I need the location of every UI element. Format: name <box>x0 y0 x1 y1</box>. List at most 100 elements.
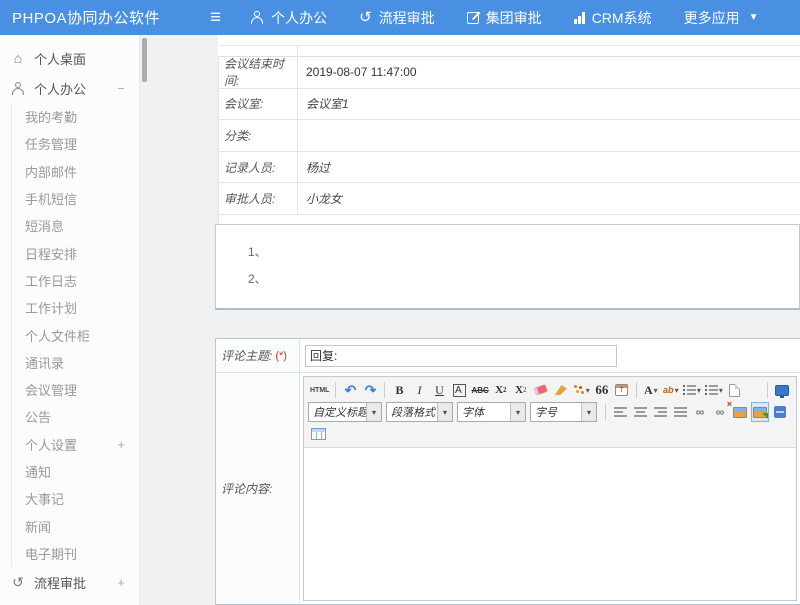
sidebar-item-internal-mail[interactable]: 内部邮件 <box>25 158 139 185</box>
caret-down-icon: ▾ <box>719 386 723 395</box>
sidebar-item-label: 短消息 <box>25 216 64 235</box>
app-window: PHPOA协同办公软件 ≡ 个人办公 ↺ 流程审批 集团审批 CRM系统 更多应… <box>0 0 800 605</box>
underline-button[interactable]: U <box>430 380 448 400</box>
sidebar-item-label: 个人桌面 <box>34 49 86 68</box>
highlight-color-button[interactable]: ab▾ <box>662 380 680 400</box>
redo-button[interactable]: ↷ <box>361 380 379 400</box>
html-source-button[interactable]: HTML <box>309 380 330 400</box>
sidebar: ⌂ 个人桌面 个人办公 − 我的考勤 任务管理 内部邮件 手机短信 短消息 日程… <box>0 35 140 605</box>
table-row: 会议结束时间: 2019-08-07 11:47:00 <box>219 57 800 89</box>
remove-link-button[interactable]: ∞ <box>711 402 729 422</box>
nav-label: 个人办公 <box>271 8 327 28</box>
strikethrough-button[interactable]: ABC <box>470 380 489 400</box>
insert-link-button[interactable]: ∞ <box>691 402 709 422</box>
align-right-button[interactable] <box>651 402 669 422</box>
sub-base: X <box>515 384 523 396</box>
sidebar-item-news[interactable]: 新闻 <box>25 512 139 539</box>
sidebar-item-file-cabinet[interactable]: 个人文件柜 <box>25 321 139 348</box>
align-right-icon <box>654 407 667 417</box>
caret-down-icon[interactable]: ▼ <box>749 12 759 23</box>
nav-crm[interactable]: CRM系统 <box>574 8 652 28</box>
caret-down-icon: ▾ <box>437 403 452 421</box>
content-line: 1、 <box>248 243 799 260</box>
caret-down-icon: ▾ <box>675 386 679 395</box>
sidebar-item-work-plan[interactable]: 工作计划 <box>25 294 139 321</box>
sidebar-item-personal-office[interactable]: 个人办公 − <box>0 73 139 103</box>
caret-down-icon: ▾ <box>697 386 701 395</box>
sidebar-item-label: 大事记 <box>25 489 64 508</box>
expand-toggle-icon[interactable]: + <box>117 437 125 452</box>
caret-down-icon: ▾ <box>510 403 525 421</box>
heading-select[interactable]: 自定义标题▾ <box>308 402 382 422</box>
format-brush-button[interactable] <box>552 380 570 400</box>
nav-label: CRM系统 <box>592 8 652 28</box>
field-label: 评论主题: (*) <box>216 339 300 372</box>
sidebar-item-personal-desktop[interactable]: ⌂ 个人桌面 <box>0 43 139 73</box>
nav-group-approval[interactable]: 集团审批 <box>467 8 542 28</box>
image-button[interactable] <box>731 402 749 422</box>
new-page-button[interactable] <box>726 380 744 400</box>
sidebar-item-contacts[interactable]: 通讯录 <box>25 349 139 376</box>
font-color-button[interactable]: A▾ <box>642 380 660 400</box>
align-left-button[interactable] <box>611 402 629 422</box>
table-icon <box>311 428 326 440</box>
ordered-list-button[interactable]: ▾ <box>682 380 702 400</box>
comment-subject-row: 评论主题: (*) <box>216 339 800 373</box>
align-center-button[interactable] <box>631 402 649 422</box>
superscript-button[interactable]: X2 <box>492 380 510 400</box>
nav-workflow-approval[interactable]: ↺ 流程审批 <box>359 8 435 28</box>
toolbar-row-1: HTML ↶ ↷ B I U A ABC X2 X2 <box>308 379 792 401</box>
align-justify-button[interactable] <box>671 402 689 422</box>
sidebar-item-attendance[interactable]: 我的考勤 <box>25 103 139 130</box>
nav-label: 流程审批 <box>379 8 435 28</box>
insert-date-button[interactable] <box>613 380 631 400</box>
sidebar-item-tasks[interactable]: 任务管理 <box>25 130 139 157</box>
sidebar-item-label: 新闻 <box>25 517 51 536</box>
insert-image-button[interactable] <box>751 402 769 422</box>
collapse-toggle-icon[interactable]: − <box>117 81 125 96</box>
eraser-button[interactable] <box>532 380 550 400</box>
insert-media-button[interactable] <box>771 402 789 422</box>
bar-chart-icon <box>574 12 585 24</box>
sidebar-item-schedule[interactable]: 日程安排 <box>25 239 139 266</box>
sidebar-scrollbar-thumb[interactable] <box>142 38 147 82</box>
comment-subject-input[interactable] <box>305 345 617 367</box>
fullscreen-button[interactable] <box>773 380 791 400</box>
sidebar-item-personal-settings[interactable]: 个人设置 + <box>25 431 139 458</box>
sidebar-item-notices[interactable]: 通知 <box>25 458 139 485</box>
toolbar-row-3 <box>308 423 792 445</box>
edit-icon <box>467 12 479 24</box>
sidebar-item-label: 我的考勤 <box>25 107 77 126</box>
insert-table-button[interactable] <box>309 424 327 444</box>
font-family-select[interactable]: 字体▾ <box>457 402 526 422</box>
flow-icon: ↺ <box>10 574 26 591</box>
sidebar-scrollbar-track[interactable] <box>141 35 148 605</box>
sidebar-item-e-journal[interactable]: 电子期刊 <box>25 540 139 567</box>
paragraph-format-select[interactable]: 段落格式▾ <box>386 402 453 422</box>
italic-button[interactable]: I <box>410 380 428 400</box>
nav-personal-office[interactable]: 个人办公 <box>251 8 327 28</box>
sidebar-item-mobile-sms[interactable]: 手机短信 <box>25 185 139 212</box>
spray-color-button[interactable]: ▾ <box>572 380 591 400</box>
nav-more-apps[interactable]: 更多应用 ▼ <box>684 8 759 28</box>
sidebar-item-meeting-management[interactable]: 会议管理 <box>25 376 139 403</box>
font-style-box-button[interactable]: A <box>450 380 468 400</box>
field-label: 分类: <box>219 120 298 151</box>
undo-button[interactable]: ↶ <box>341 380 359 400</box>
expand-toggle-icon[interactable]: + <box>117 575 125 590</box>
field-value <box>298 120 800 151</box>
subscript-button[interactable]: X2 <box>512 380 530 400</box>
sidebar-item-work-log[interactable]: 工作日志 <box>25 267 139 294</box>
table-row: 会议室: 会议室1 <box>219 89 800 121</box>
sidebar-item-major-events[interactable]: 大事记 <box>25 485 139 512</box>
sidebar-item-short-messages[interactable]: 短消息 <box>25 212 139 239</box>
hamburger-menu-icon[interactable]: ≡ <box>210 8 221 27</box>
bold-button[interactable]: B <box>390 380 408 400</box>
unordered-list-button[interactable]: ▾ <box>704 380 724 400</box>
spray-icon <box>573 384 585 396</box>
blockquote-button[interactable]: 66 <box>593 380 611 400</box>
font-size-select[interactable]: 字号▾ <box>530 402 597 422</box>
editor-content-area[interactable] <box>304 448 796 600</box>
sidebar-item-workflow-approval[interactable]: ↺ 流程审批 + <box>0 567 139 597</box>
sidebar-item-announcements[interactable]: 公告 <box>25 403 139 430</box>
